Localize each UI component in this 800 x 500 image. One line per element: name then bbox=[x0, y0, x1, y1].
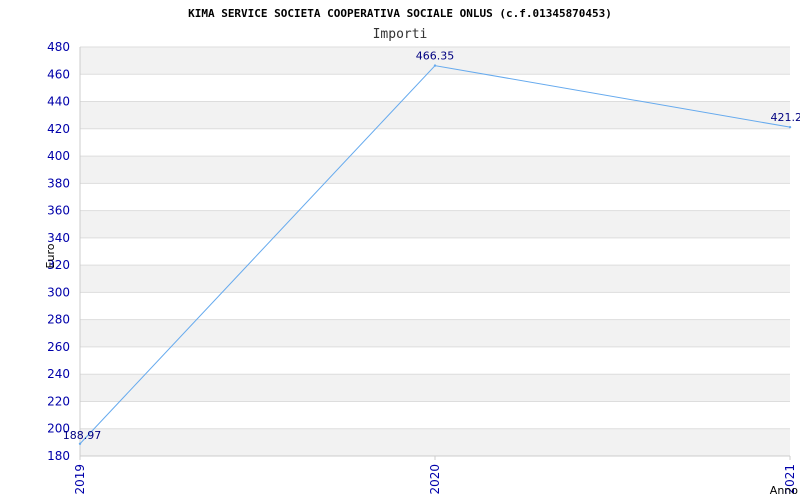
grid-band bbox=[80, 319, 790, 347]
data-point bbox=[433, 64, 437, 67]
y-tick-label: 380 bbox=[47, 176, 70, 190]
grid-band bbox=[80, 156, 790, 184]
chart-subtitle: Importi bbox=[373, 27, 428, 42]
x-tick-label: 2020 bbox=[428, 464, 442, 495]
grid-band bbox=[80, 346, 790, 375]
y-tick-label: 460 bbox=[47, 67, 70, 81]
y-tick-label: 260 bbox=[47, 340, 70, 354]
y-tick-label: 480 bbox=[47, 40, 70, 54]
x-tick-label: 2019 bbox=[73, 464, 87, 495]
grid-band bbox=[80, 428, 790, 456]
line-chart: KIMA SERVICE SOCIETA COOPERATIVA SOCIALE… bbox=[44, 7, 800, 497]
y-tick-label: 220 bbox=[47, 394, 70, 408]
grid-band bbox=[80, 292, 790, 320]
y-tick-label: 360 bbox=[47, 204, 70, 218]
y-tick-label: 440 bbox=[47, 95, 70, 109]
y-tick-label: 400 bbox=[47, 149, 70, 163]
x-tick-labels: 2019 2020 2021 bbox=[73, 456, 797, 495]
data-label: 188.97 bbox=[63, 429, 102, 442]
data-point bbox=[78, 442, 82, 445]
y-tick-label: 300 bbox=[47, 285, 70, 299]
grid-band bbox=[80, 101, 790, 129]
grid-band bbox=[80, 210, 790, 238]
grid-band bbox=[80, 374, 790, 402]
x-axis-label: Anno bbox=[770, 484, 798, 497]
data-label: 466.35 bbox=[416, 50, 455, 63]
grid-band bbox=[80, 265, 790, 293]
data-point bbox=[788, 125, 792, 129]
chart-title: KIMA SERVICE SOCIETA COOPERATIVA SOCIALE… bbox=[188, 7, 612, 20]
y-tick-label: 240 bbox=[47, 367, 70, 381]
y-tick-label: 340 bbox=[47, 231, 70, 245]
y-tick-label: 280 bbox=[47, 313, 70, 327]
data-label: 421.2 bbox=[771, 111, 800, 124]
y-tick-label: 420 bbox=[47, 122, 70, 136]
grid-band bbox=[80, 401, 790, 429]
grid-band bbox=[80, 183, 790, 211]
y-axis-label: Euro bbox=[44, 243, 57, 268]
grid-band bbox=[80, 128, 790, 157]
y-tick-label: 180 bbox=[47, 449, 70, 463]
grid-band bbox=[80, 237, 790, 266]
grid-band bbox=[80, 74, 790, 102]
